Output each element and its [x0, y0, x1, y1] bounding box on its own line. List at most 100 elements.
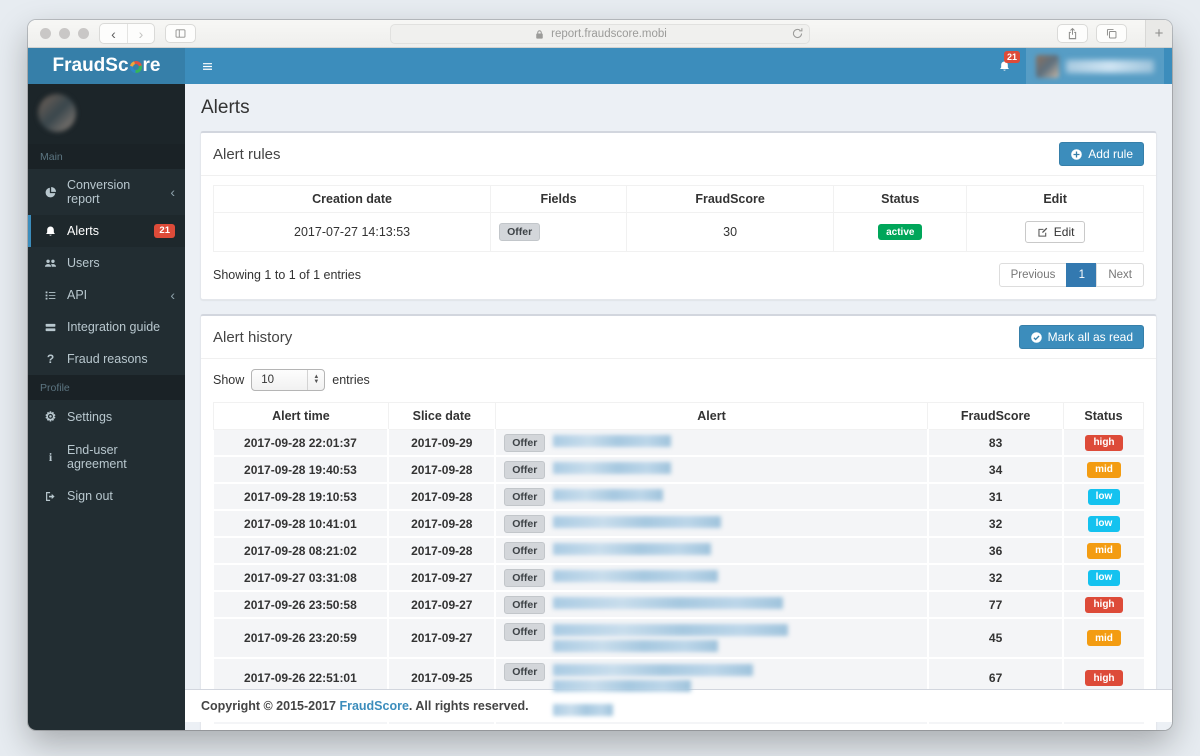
alert-history-table: Alert time Slice date Alert FraudScore Statu…	[213, 402, 1145, 726]
notifications-badge: 21	[1004, 51, 1021, 63]
gear-icon: ⚙	[44, 409, 57, 424]
address-bar[interactable]: report.fraudscore.mobi	[390, 24, 810, 44]
table-row: 2017-09-28 08:21:02 2017-09-28 Offer 36 mid	[213, 537, 1144, 565]
status-badge: active	[878, 224, 923, 241]
alert-history-panel: Alert history Mark all as read Show 10 ▲…	[200, 314, 1157, 730]
add-rule-button[interactable]: Add rule	[1059, 142, 1144, 166]
table-row: 2017-09-28 19:40:53 2017-09-28 Offer 34 mid	[213, 456, 1144, 484]
sidebar-toggle-icon	[174, 27, 187, 40]
status-cell: high	[1063, 429, 1144, 457]
column-header-status[interactable]: Status	[833, 185, 968, 213]
offer-badge: Offer	[504, 488, 546, 506]
page-size-select[interactable]: 10 ▲ ▼	[251, 369, 326, 391]
zoom-button[interactable]	[78, 28, 89, 39]
notifications-button[interactable]: 21	[986, 48, 1022, 84]
back-button[interactable]: ‹	[100, 24, 127, 43]
mark-all-read-button[interactable]: Mark all as read	[1018, 325, 1144, 349]
web-app: FraudSc re 21 Main Conversion report ‹ A…	[28, 48, 1172, 730]
brand-text: FraudSc	[52, 55, 129, 76]
sidebar-item-sign-out[interactable]: Sign out	[28, 480, 185, 512]
redacted-alert-text	[553, 680, 692, 692]
sidebar-item-settings[interactable]: ⚙ Settings	[28, 400, 185, 434]
alert-cell: Offer	[495, 510, 929, 538]
column-header-edit[interactable]: Edit	[966, 185, 1144, 213]
sidebar-item-api[interactable]: API ‹	[28, 279, 185, 311]
sidebar-item-label: API	[67, 288, 88, 302]
pie-chart-icon	[43, 186, 58, 199]
page-size-value: 10	[261, 374, 275, 386]
redacted-alert-text	[553, 489, 664, 501]
signout-icon	[43, 490, 58, 503]
column-header-status[interactable]: Status	[1062, 402, 1145, 430]
new-tab-button[interactable]: +	[1145, 20, 1172, 47]
tabs-icon	[1105, 27, 1118, 40]
alert-history-body: Alert time Slice date Alert FraudScore Statu…	[201, 402, 1156, 726]
redacted-alert-text	[553, 640, 719, 652]
offer-badge: Offer	[504, 542, 546, 560]
slice-date-cell: 2017-09-29	[388, 429, 497, 457]
sidebar-item-conversion-report[interactable]: Conversion report ‹	[28, 169, 185, 215]
minimize-button[interactable]	[59, 28, 70, 39]
status-badge: high	[1085, 434, 1123, 451]
table-row: 2017-09-28 19:10:53 2017-09-28 Offer 31 low	[213, 483, 1144, 511]
close-button[interactable]	[40, 28, 51, 39]
sidebar-item-fraud-reasons[interactable]: ? Fraud reasons	[28, 343, 185, 375]
sidebar-item-users[interactable]: Users	[28, 247, 185, 279]
footer-brand-link[interactable]: FraudScore	[339, 699, 408, 713]
rules-page-1[interactable]: 1	[1066, 263, 1098, 287]
column-header-alert-time[interactable]: Alert time	[213, 402, 389, 430]
column-header-creation-date[interactable]: Creation date	[212, 185, 492, 213]
edit-button[interactable]: Edit	[1024, 221, 1086, 243]
sidebar-item-alerts[interactable]: Alerts 21	[28, 215, 185, 247]
column-header-fraudscore[interactable]: FraudScore	[625, 185, 835, 213]
column-header-fraudscore[interactable]: FraudScore	[927, 402, 1064, 430]
check-circle-icon	[1030, 331, 1043, 344]
pencil-square-icon	[1036, 226, 1049, 239]
users-icon	[43, 257, 58, 270]
offer-badge: Offer	[504, 569, 546, 587]
alert-cell: Offer	[495, 618, 929, 659]
brand-text-end: re	[142, 55, 161, 76]
alert-cell: Offer	[495, 564, 929, 592]
alert-rules-panel: Alert rules Add rule Creation date Fields…	[200, 131, 1157, 300]
status-cell: mid	[1063, 618, 1144, 659]
sidebar-item-integration-guide[interactable]: Integration guide	[28, 311, 185, 343]
main-area: Alerts Alert rules Add rule Creation dat…	[185, 84, 1172, 730]
status-cell: high	[1063, 591, 1144, 619]
sidebar-item-end-user-agreement[interactable]: i End-user agreement	[28, 434, 185, 480]
slice-date-cell: 2017-09-28	[388, 537, 497, 565]
column-header-fields[interactable]: Fields	[490, 185, 627, 213]
fraudscore-cell: 83	[927, 429, 1065, 457]
sidebar-collapse-button[interactable]	[185, 48, 229, 84]
sidebar-toggle-button[interactable]	[165, 24, 196, 43]
sidebar-item-label: Fraud reasons	[67, 352, 148, 366]
titlebar-right: +	[1057, 20, 1172, 47]
user-menu[interactable]	[1026, 48, 1164, 84]
share-button[interactable]	[1057, 24, 1088, 43]
bars-icon	[43, 321, 58, 334]
browser-window: ‹ › report.fraudscore.mobi + FraudSc re	[28, 20, 1172, 730]
table-row: 2017-09-26 23:20:59 2017-09-27 Offer 45 mid	[213, 618, 1144, 659]
status-cell: mid	[1063, 456, 1144, 484]
column-header-slice-date[interactable]: Slice date	[387, 402, 496, 430]
column-header-alert[interactable]: Alert	[494, 402, 929, 430]
rules-next-button[interactable]: Next	[1096, 263, 1144, 287]
rules-previous-button[interactable]: Previous	[998, 263, 1068, 287]
table-row: 2017-07-27 14:13:53 Offer 30 active Edit	[212, 212, 1144, 252]
redacted-alert-text	[553, 570, 719, 582]
sidebar-user-panel	[28, 84, 185, 144]
offer-badge: Offer	[504, 596, 546, 614]
alert-time-cell: 2017-09-26 23:20:59	[213, 618, 390, 659]
alert-history-footer: Showing 1 to 10 of 113 entries Previous1…	[201, 726, 1156, 730]
brand-logo[interactable]: FraudSc re	[28, 48, 185, 84]
sidebar-item-label: Sign out	[67, 489, 113, 503]
status-cell: active	[833, 212, 968, 252]
tab-overview-button[interactable]	[1096, 24, 1127, 43]
alert-history-header: Alert history Mark all as read	[201, 316, 1156, 359]
reload-button[interactable]	[791, 27, 804, 40]
forward-button[interactable]: ›	[127, 24, 154, 43]
alert-cell: Offer	[495, 456, 929, 484]
mark-all-read-label: Mark all as read	[1047, 330, 1133, 344]
browser-titlebar: ‹ › report.fraudscore.mobi +	[28, 20, 1172, 48]
desktop-background: ‹ › report.fraudscore.mobi + FraudSc re	[0, 0, 1200, 756]
